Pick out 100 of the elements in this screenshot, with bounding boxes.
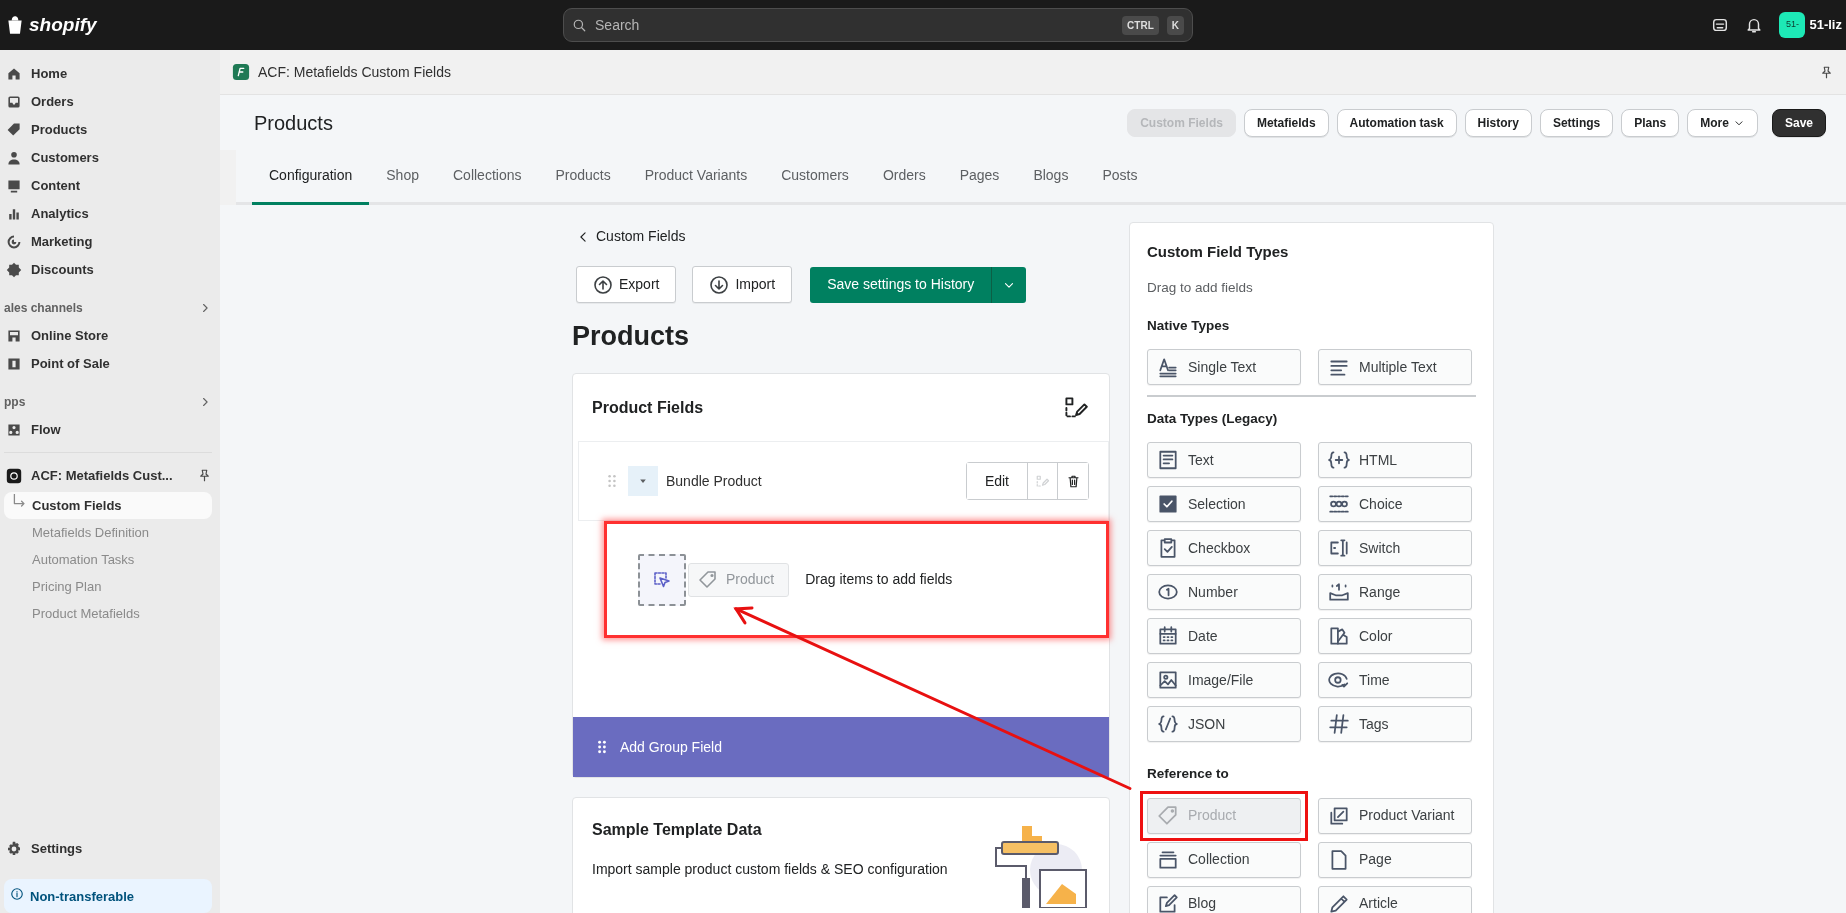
sidebar-item[interactable]: Home [4,60,212,88]
tab[interactable]: Blogs [1016,165,1086,205]
panel-title: Custom Field Types [1147,242,1290,262]
toolbar-button[interactable]: Export [576,266,677,303]
header-button[interactable]: Automation task [1336,108,1457,137]
section-heading: Products [572,320,691,353]
pin-icon [197,468,212,483]
field-type-button[interactable]: Article [1318,885,1472,913]
shortcut-key: CTRL [1122,15,1159,35]
monitor-icon [6,178,22,194]
sidebar-item[interactable]: Online Store [4,322,212,350]
drop-hint: Drag items to add fields [805,570,953,590]
add-group-button[interactable]: Add Group Field [573,717,1109,778]
sidebar-item[interactable]: Content [4,172,212,200]
field-type-button[interactable]: Number [1147,574,1301,611]
sidebar-item[interactable]: Analytics [4,200,212,228]
sidebar-item[interactable]: Marketing [4,228,212,256]
field-type-button[interactable]: Time [1318,662,1472,699]
avatar[interactable]: 51- [1779,12,1806,38]
section-title: ales channels [4,300,84,317]
field-type-button[interactable]: Blog [1147,885,1301,913]
field-type-button[interactable]: Range [1318,574,1472,611]
field-type-button[interactable]: JSON [1147,706,1301,743]
header-button[interactable]: Settings [1539,108,1614,137]
tab[interactable]: Customers [764,165,866,205]
sidebar-item[interactable]: ACF: Metafields Cust... [31,465,188,486]
field-label: Bundle Product [666,471,762,491]
sidebar-item[interactable]: Settings [4,835,212,863]
field-type-button[interactable]: Page [1318,841,1472,878]
sidebar-item[interactable]: Customers [4,144,212,172]
field-type-button[interactable]: Image/File [1147,662,1301,699]
menu-button[interactable]: More [1687,108,1758,137]
field-type-button[interactable]: Date [1147,618,1301,655]
field-type-button[interactable]: Tags [1318,706,1472,743]
document-icon [1157,449,1179,472]
sidebar-item[interactable]: Orders [4,88,212,116]
field-type-button[interactable]: Choice [1318,486,1472,523]
calendar-icon [1157,625,1179,648]
header-button[interactable]: History [1464,108,1532,137]
target-icon [6,234,22,250]
gear-icon [6,841,22,857]
search-field[interactable]: Search CTRL K [563,8,1193,42]
flow-icon [6,422,22,438]
person-icon [6,150,22,166]
tab[interactable]: Shop [369,165,436,205]
tab[interactable]: Pages [942,165,1017,205]
app-title: ACF: Metafields Custom Fields [258,62,452,82]
field-type-button[interactable]: Checkbox [1147,530,1301,567]
sidebar-item[interactable]: Products [4,116,212,144]
field-type-button[interactable]: Multiple Text [1318,349,1472,385]
discount-badge-icon [6,262,22,278]
toolbar-button[interactable]: Import [692,266,793,303]
edit-square-icon [1157,892,1179,913]
header-button[interactable]: Metafields [1243,108,1329,137]
edit-button[interactable]: Edit [966,463,1028,500]
search-icon [572,17,587,33]
field-type-button[interactable]: HTML [1318,442,1472,479]
field-type-button[interactable]: Collection [1147,841,1301,878]
tag-icon [1157,804,1179,827]
tray-range-icon [1328,581,1350,604]
sidebar-item[interactable]: Discounts [4,256,212,284]
bar-chart-icon [6,206,22,222]
sidebar-item[interactable]: Flow [4,416,212,444]
card-title: Sample Template Data [592,820,763,841]
tab[interactable]: Product Variants [627,165,765,205]
stacked-tray-icon [1157,848,1179,871]
bracket-switch-icon [1328,537,1350,560]
expand-toggle[interactable] [628,466,658,497]
download-icon [709,274,730,295]
field-type-button[interactable]: Color [1318,618,1472,655]
checked-box-icon [1157,493,1179,516]
back-link[interactable]: Custom Fields [576,226,1110,247]
tab[interactable]: Products [538,165,628,205]
sidebar-item[interactable]: Point of Sale [4,350,212,378]
dropdown-toggle[interactable] [991,266,1027,303]
dotted-circles-icon [1328,493,1350,516]
braces-plus-icon [1328,449,1350,472]
inbox-icon [6,94,22,110]
register-icon [6,356,22,372]
field-type-button[interactable]: Product Variant [1318,797,1472,834]
field-type-button[interactable]: Selection [1147,486,1301,523]
save-button[interactable]: Save settings to History [810,266,992,303]
tab[interactable]: Orders [865,165,943,205]
field-type-button[interactable]: Switch [1318,530,1472,567]
header-button[interactable]: Plans [1621,108,1680,137]
notice-banner[interactable]: Non-transferable [4,879,212,913]
tab[interactable]: Collections [436,165,539,205]
tag-icon [6,122,22,138]
field-type-button[interactable]: Single Text [1147,349,1301,385]
page-title: Products [254,110,334,135]
group-title: Data Types (Legacy) [1147,410,1279,428]
field-type-button[interactable]: Text [1147,442,1301,479]
home-icon [6,66,22,82]
tab[interactable]: Posts [1085,165,1155,205]
card-description: Import sample product custom fields & SEO configuration [592,860,948,880]
header-button[interactable]: Save [1771,108,1826,137]
pin-icon [1819,64,1834,80]
section-title: pps [4,394,27,411]
braces-slash-icon [1157,713,1179,736]
sidebar-subitem[interactable]: Custom Fields [4,492,212,519]
